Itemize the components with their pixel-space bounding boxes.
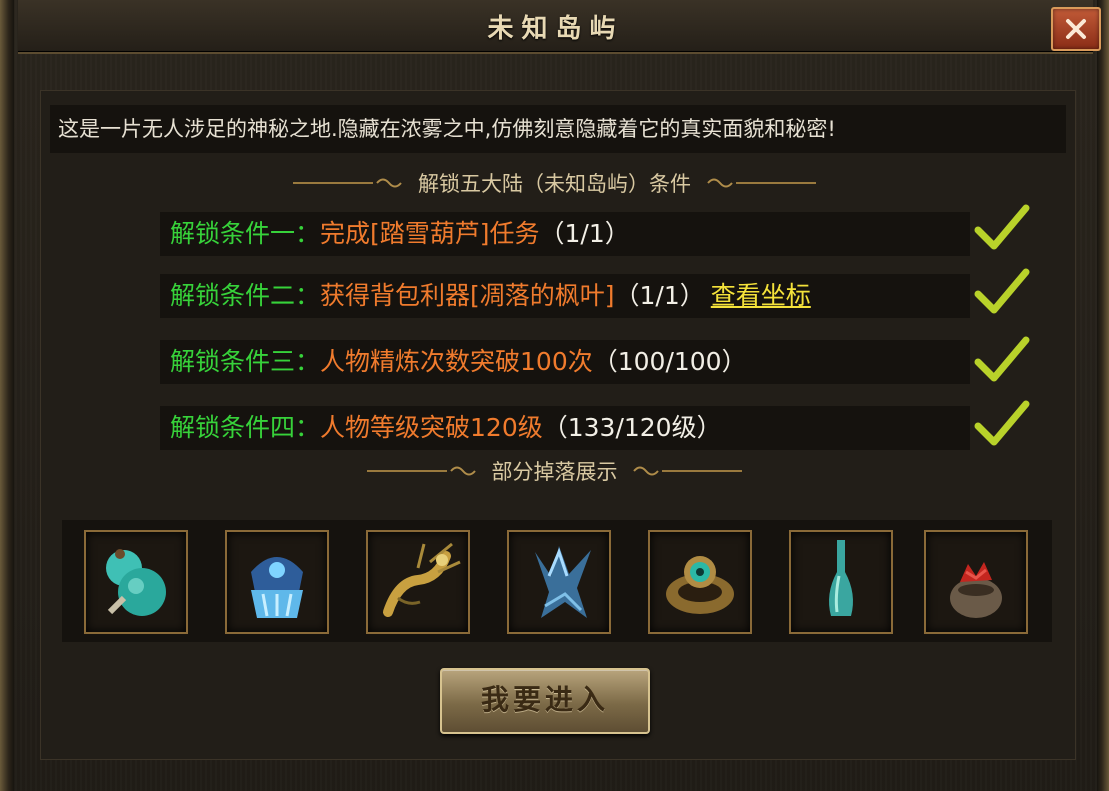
window-title: 未知岛屿 (487, 14, 624, 44)
ice-claw-icon (535, 546, 591, 618)
crystal-helmet-icon (251, 557, 303, 618)
condition-label: 解锁条件一： (170, 219, 321, 248)
condition-progress: （100/100） (592, 347, 747, 376)
drop-slot-ring[interactable] (648, 530, 752, 634)
condition-label: 解锁条件二： (170, 281, 321, 310)
check-icon (974, 400, 1030, 446)
jade-vase-icon (829, 540, 853, 616)
check-icon (974, 268, 1030, 314)
condition-task: 人物精炼次数突破100次 (320, 347, 593, 376)
view-coordinates-link[interactable]: 查看坐标 (711, 281, 811, 310)
window-right-border (1097, 0, 1109, 791)
jade-ring-icon (666, 556, 734, 614)
condition-label: 解锁条件三： (170, 347, 321, 376)
drop-slot-dragon[interactable] (366, 530, 470, 634)
drops-heading: 部分掉落展示 (0, 456, 1109, 486)
game-window: 未知岛屿 这是一片无人涉足的神秘之地.隐藏在浓雾之中,仿佛刻意隐藏着它的真实面貌… (0, 0, 1109, 791)
drop-slot-claw[interactable] (507, 530, 611, 634)
window-left-border (0, 0, 14, 791)
condition-row-2: 解锁条件二：获得背包利器[凋落的枫叶]（1/1） 查看坐标 (160, 274, 970, 318)
island-description: 这是一片无人涉足的神秘之地.隐藏在浓雾之中,仿佛刻意隐藏着它的真实面貌和秘密! (50, 105, 1066, 153)
drop-slot-vase[interactable] (789, 530, 893, 634)
ornament-left-icon (366, 466, 476, 476)
condition-row-1: 解锁条件一：完成[踏雪葫芦]任务（1/1） (160, 212, 970, 256)
drop-slot-pot[interactable] (924, 530, 1028, 634)
enter-button[interactable]: 我要进入 (440, 668, 650, 734)
condition-row-3: 解锁条件三：人物精炼次数突破100次（100/100） (160, 340, 970, 384)
close-icon (1066, 19, 1086, 39)
condition-progress: （1/1） (539, 219, 630, 248)
condition-task: 完成[踏雪葫芦]任务 (320, 219, 540, 248)
title-bar: 未知岛屿 (18, 0, 1093, 54)
unlock-conditions-heading: 解锁五大陆（未知岛屿）条件 (0, 168, 1109, 198)
condition-task: 获得背包利器[凋落的枫叶] (320, 281, 615, 310)
golden-dragon-icon (383, 542, 461, 617)
close-button[interactable] (1051, 7, 1101, 51)
condition-label: 解锁条件四： (170, 413, 321, 442)
ornament-left-icon (293, 178, 403, 188)
ornament-right-icon (633, 466, 743, 476)
unlock-heading-text: 解锁五大陆（未知岛屿）条件 (418, 172, 691, 196)
check-icon (974, 204, 1030, 250)
drop-slot-helmet[interactable] (225, 530, 329, 634)
flower-pot-icon (950, 562, 1002, 618)
drop-slot-gourd[interactable] (84, 530, 188, 634)
condition-task: 人物等级突破120级 (320, 413, 543, 442)
condition-progress: （1/1） (614, 281, 705, 310)
condition-progress: （133/120级） (542, 413, 722, 442)
ornament-right-icon (706, 178, 816, 188)
gourd-icon (106, 549, 166, 616)
drops-heading-text: 部分掉落展示 (491, 460, 618, 484)
drop-items-strip (62, 520, 1052, 642)
check-icon (974, 336, 1030, 382)
condition-row-4: 解锁条件四：人物等级突破120级（133/120级） (160, 406, 970, 450)
